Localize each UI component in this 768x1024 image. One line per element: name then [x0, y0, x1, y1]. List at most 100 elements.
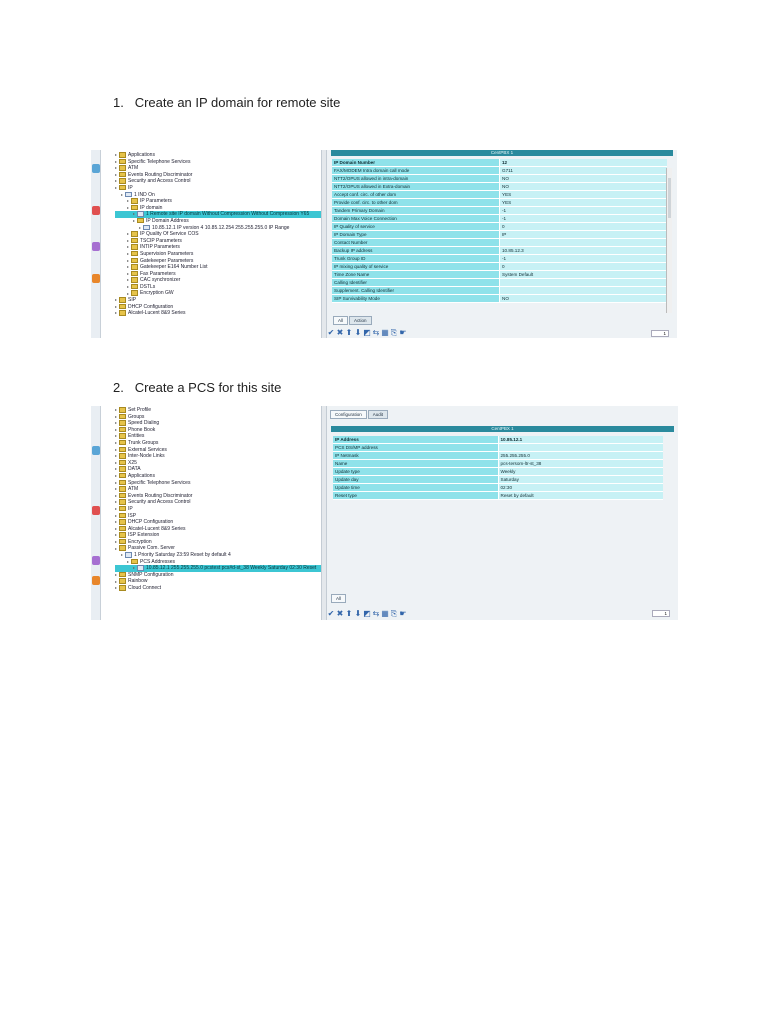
property-row[interactable]: FAX/MODEM Intra domain call mode G711: [332, 166, 667, 175]
grid-icon[interactable]: ▦: [381, 609, 390, 618]
tree-item[interactable]: ▸ Alcatel-Lucent 8&9 Series: [115, 525, 321, 533]
swap-icon[interactable]: ⇆: [372, 609, 381, 618]
property-value[interactable]: 02:30: [497, 483, 663, 492]
tree-item[interactable]: ▸ Alcatel-Lucent 8&9 Series: [115, 310, 321, 317]
tree-item[interactable]: ▸ CAC synchronizer: [115, 277, 321, 284]
tree-item[interactable]: ▸ ISP Extension: [115, 532, 321, 539]
property-value[interactable]: 10.85.12.3: [499, 246, 667, 255]
tree-item[interactable]: ▸ IP Domain Address: [115, 217, 321, 225]
move-down-icon[interactable]: ⬇: [354, 609, 363, 618]
tree-item[interactable]: ▸ Specific Telephone Services: [115, 158, 321, 166]
tree-item[interactable]: ▸ Events Routing Discriminator: [115, 492, 321, 500]
property-row[interactable]: Name pcs-tersom-ltr-st_38: [333, 459, 663, 468]
tree-item[interactable]: ▸ Groups: [115, 413, 321, 421]
check-icon[interactable]: ✔: [327, 609, 336, 618]
property-value[interactable]: 10.85.12.1: [497, 436, 663, 444]
property-value[interactable]: [497, 443, 663, 452]
tree-item[interactable]: ▸ X25: [115, 459, 321, 467]
property-value[interactable]: G711: [499, 166, 667, 175]
property-row[interactable]: IP Domain Number 12: [332, 159, 667, 167]
tree-item[interactable]: ▸ Encryption: [115, 538, 321, 546]
copy-icon[interactable]: ⎘: [390, 609, 399, 619]
tree-item[interactable]: ▸ DATA: [115, 466, 321, 473]
tree-item[interactable]: ▸ Encryption GW: [115, 290, 321, 297]
delete-icon[interactable]: ✖: [336, 609, 345, 618]
tree-item[interactable]: ▸ Security and Access Control: [115, 178, 321, 185]
property-value[interactable]: [499, 238, 667, 247]
tree-item[interactable]: ▸ 1 IND On: [115, 191, 321, 199]
tree-item[interactable]: ▸ ISP: [115, 512, 321, 520]
tree-item[interactable]: ▸ Phone Book: [115, 426, 321, 434]
property-row[interactable]: Update type Weekly: [333, 467, 663, 476]
property-value[interactable]: Reset by default: [497, 491, 663, 500]
property-row[interactable]: Domain Max Voice Connection -1: [332, 214, 667, 223]
property-row[interactable]: IP Netmask 255.255.255.0: [333, 451, 663, 460]
tree-item[interactable]: ▸ SIP: [115, 297, 321, 304]
property-value[interactable]: NO: [499, 174, 667, 183]
tree-item[interactable]: ▸ Rainbow: [115, 578, 321, 585]
check-icon[interactable]: ✔: [327, 328, 336, 337]
tree-item[interactable]: ▸ Security and Access Control: [115, 499, 321, 506]
property-value[interactable]: pcs-tersom-ltr-st_38: [497, 459, 663, 468]
property-row[interactable]: IP Quality of service 0: [332, 222, 667, 231]
property-value[interactable]: -1: [499, 206, 667, 215]
tree-item[interactable]: ▸ PCS Addresses: [115, 558, 321, 566]
property-row[interactable]: Contact Number: [332, 238, 667, 247]
tab-audit[interactable]: Audit: [367, 410, 389, 419]
property-row[interactable]: Calling Identifier: [332, 278, 667, 287]
move-up-icon[interactable]: ⬆: [345, 328, 354, 337]
swap-icon[interactable]: ⇆: [372, 328, 381, 337]
pointer-icon[interactable]: ☛: [399, 609, 408, 618]
property-value[interactable]: 0: [499, 222, 667, 231]
property-row[interactable]: IP Address 10.85.12.1: [333, 436, 663, 444]
property-row[interactable]: PCS DS/MP address: [333, 443, 663, 452]
tree-item[interactable]: ▸ ATM: [115, 165, 321, 172]
property-value[interactable]: 0: [499, 262, 667, 271]
property-value[interactable]: IP: [499, 230, 667, 239]
tree-item[interactable]: ▸ Cloud Connect: [115, 585, 321, 592]
tree-item[interactable]: ▸ Fax Parameters: [115, 270, 321, 278]
tree-item[interactable]: ▸ DHCP Configuration: [115, 303, 321, 311]
copy-icon[interactable]: ⎘: [390, 328, 399, 338]
tree-item[interactable]: ▸ Set Profile: [115, 407, 321, 414]
property-row[interactable]: Backup IP address 10.85.12.3: [332, 246, 667, 255]
move-up-icon[interactable]: ⬆: [345, 609, 354, 618]
tree-item[interactable]: ▸ IP: [115, 184, 321, 192]
property-row[interactable]: Tandem Primary Domain -1: [332, 206, 667, 215]
property-row[interactable]: NTT2/OPUS allowed in intra-domain NO: [332, 174, 667, 183]
property-row[interactable]: Provide conf. circ. to other dom YES: [332, 198, 667, 207]
property-value[interactable]: [499, 286, 667, 295]
tree-item[interactable]: ▸ Trunk Groups: [115, 439, 321, 447]
tree-item[interactable]: ▸ IP Parameters: [115, 198, 321, 205]
page-field[interactable]: 1: [652, 610, 670, 617]
property-row[interactable]: Trunk Group ID -1: [332, 254, 667, 263]
property-row[interactable]: Update time 02:30: [333, 483, 663, 492]
tree-item[interactable]: ▸ Supervision Parameters: [115, 250, 321, 258]
tree-item[interactable]: ▸ 1 Remote site IP domain Without Compres…: [115, 211, 321, 218]
grid-icon[interactable]: ▦: [381, 328, 390, 337]
property-value[interactable]: 12: [499, 159, 667, 167]
window-icon[interactable]: ◩: [363, 609, 372, 618]
window-icon[interactable]: ◩: [363, 328, 372, 337]
tree-item[interactable]: ▸ Inter-Node Links: [115, 453, 321, 460]
property-value[interactable]: Weekly: [497, 467, 663, 476]
tree-item[interactable]: ▸ ATM: [115, 486, 321, 493]
property-row[interactable]: Supplement. Calling Identifier: [332, 286, 667, 295]
tab-configuration[interactable]: Configuration: [330, 410, 367, 419]
tree-item[interactable]: ▸ IP: [115, 505, 321, 513]
tree-item[interactable]: ▸ IP Quality Of Service COS: [115, 231, 321, 238]
property-value[interactable]: [499, 278, 667, 287]
tree-item[interactable]: ▸ DHCP Configuration: [115, 519, 321, 526]
property-value[interactable]: -1: [499, 214, 667, 223]
tree-item[interactable]: ▸ Passive Com. Server: [115, 545, 321, 552]
tab-all[interactable]: All: [331, 594, 347, 603]
tree-item[interactable]: ▸ Specific Telephone Services: [115, 479, 321, 487]
tree-item[interactable]: ▸ INTIP Parameters: [115, 244, 321, 251]
property-value[interactable]: Saturday: [497, 475, 663, 484]
property-value[interactable]: NO: [499, 294, 667, 303]
tab-all[interactable]: All: [333, 316, 349, 325]
tree-item[interactable]: ▸ Applications: [115, 472, 321, 480]
property-row[interactable]: NTT2/OPUS allowed in Extra-domain NO: [332, 182, 667, 191]
page-field[interactable]: 1: [651, 330, 669, 337]
property-row[interactable]: Time Zone Name System Default: [332, 270, 667, 279]
